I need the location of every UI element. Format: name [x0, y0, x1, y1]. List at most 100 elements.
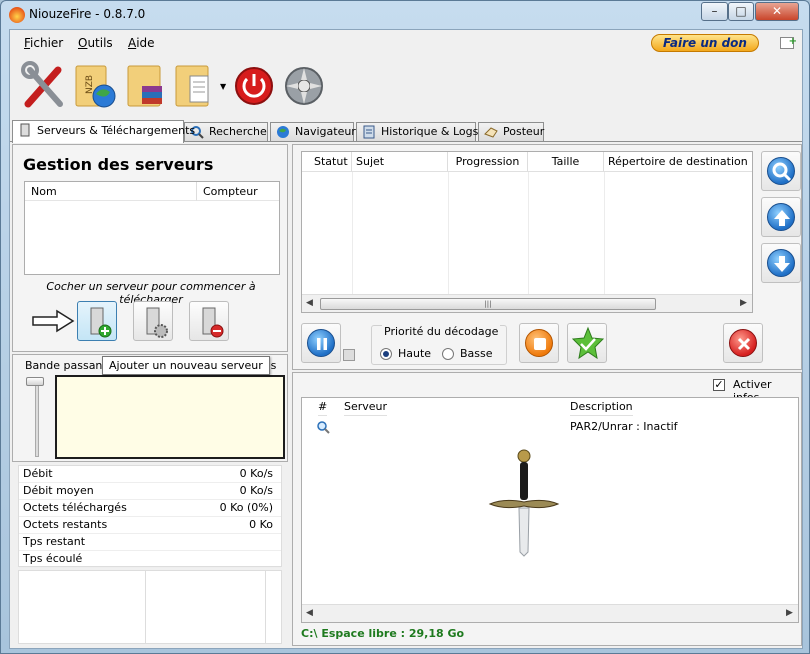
title-bar[interactable]: NiouzeFire - 0.8.7.0 – □ ✕: [1, 1, 809, 29]
downloads-list[interactable]: Statut Sujet Progression Taille Répertoi…: [301, 151, 753, 313]
column-header-statut[interactable]: Statut: [302, 152, 352, 172]
bandwidth-slider-thumb[interactable]: [26, 377, 44, 386]
stat-label: Débit moyen: [23, 484, 94, 497]
stat-row: Octets téléchargés 0 Ko (0%): [19, 500, 281, 517]
window-title: NiouzeFire - 0.8.7.0: [29, 7, 146, 21]
svg-text:NZB: NZB: [85, 75, 95, 94]
info-list[interactable]: # Serveur Description PAR2/Unrar : Inact…: [301, 397, 799, 623]
nzb-globe-button[interactable]: NZB: [72, 60, 120, 110]
search-button[interactable]: [761, 151, 801, 191]
add-server-button[interactable]: [77, 301, 117, 341]
donate-button[interactable]: Faire un don: [651, 34, 759, 52]
column-header-progression[interactable]: Progression: [448, 152, 528, 172]
column-divider: [352, 172, 353, 296]
pause-options-button[interactable]: [343, 349, 355, 361]
bottom-left-list: [18, 570, 282, 644]
server-remove-icon: [202, 307, 224, 338]
scroll-left-icon[interactable]: ◀: [306, 608, 313, 618]
menu-outils[interactable]: Outils: [78, 36, 113, 50]
tab-posteur[interactable]: Posteur: [478, 122, 544, 141]
tab-label: Posteur: [503, 125, 545, 138]
disk-space-status: C:\ Espace libre : 29,18 Go: [301, 627, 465, 640]
server-management-panel: Gestion des serveurs Nom Compteur Cocher…: [12, 144, 288, 352]
stat-label: Octets restants: [23, 518, 108, 531]
sword-image: [484, 448, 564, 558]
server-icon: [18, 123, 32, 137]
tab-label: Serveurs & Téléchargements: [37, 124, 196, 137]
close-button[interactable]: ✕: [755, 2, 799, 21]
stat-label: Débit: [23, 467, 53, 480]
radio-haute[interactable]: [380, 348, 392, 360]
stat-row: Tps restant: [19, 534, 281, 551]
column-header-compteur[interactable]: Compteur: [197, 182, 279, 201]
bandwidth-graph: [55, 375, 285, 459]
move-down-button[interactable]: [761, 243, 801, 283]
column-header-sujet[interactable]: Sujet: [352, 152, 448, 172]
horizontal-scrollbar[interactable]: ◀ ▶: [302, 604, 798, 622]
tab-recherche[interactable]: Recherche: [184, 122, 268, 141]
remove-server-button[interactable]: [189, 301, 229, 341]
disk-button[interactable]: [282, 60, 330, 110]
radio-basse[interactable]: [442, 348, 454, 360]
cd-disk-icon: [285, 67, 323, 105]
move-up-button[interactable]: [761, 197, 801, 237]
scroll-right-icon[interactable]: ▶: [786, 608, 793, 618]
stat-label: Tps restant: [23, 535, 86, 548]
stat-row: Tps écoulé: [19, 551, 281, 568]
column-header-repertoire[interactable]: Répertoire de destination: [604, 152, 752, 172]
server-gear-icon: [146, 307, 168, 338]
stop-button[interactable]: [519, 323, 559, 363]
chevron-down-icon[interactable]: ▼: [220, 82, 226, 91]
stat-label: Octets téléchargés: [23, 501, 127, 514]
validate-button[interactable]: [567, 323, 607, 363]
bandwidth-label: Bande passante: [25, 359, 114, 372]
column-header-serveur[interactable]: Serveur: [344, 398, 388, 416]
toolbar: NZB ▼: [10, 54, 802, 116]
power-button[interactable]: [232, 60, 280, 110]
menu-fichier[interactable]: Fichier: [24, 36, 63, 50]
activer-infos-checkbox[interactable]: ✓: [713, 379, 725, 391]
stat-value: 0 Ko (0%): [219, 501, 273, 514]
menu-aide[interactable]: Aide: [128, 36, 155, 50]
search-icon: [316, 420, 330, 434]
tab-navigateur[interactable]: Navigateur: [270, 122, 356, 141]
downloads-panel: Statut Sujet Progression Taille Répertoi…: [292, 144, 802, 370]
niouzefire-flame-icon: [9, 7, 25, 23]
priority-label: Priorité du décodage: [382, 325, 501, 338]
scroll-right-icon[interactable]: ▶: [740, 298, 747, 308]
menu-bar: Fichier Outils Aide Faire un don: [10, 30, 802, 54]
horizontal-scrollbar[interactable]: ◀ ||| ▶: [302, 294, 752, 312]
configure-server-button[interactable]: [133, 301, 173, 341]
radio-basse-label[interactable]: Basse: [460, 347, 493, 360]
scrollbar-thumb[interactable]: |||: [320, 298, 656, 310]
divider: [265, 571, 266, 643]
tab-serveurs-telechargements[interactable]: Serveurs & Téléchargements: [12, 120, 195, 143]
stat-value: 0 Ko/s: [239, 467, 273, 480]
maximize-button[interactable]: □: [728, 2, 754, 21]
column-header-nom[interactable]: Nom: [25, 182, 197, 201]
files-folder-button[interactable]: [172, 60, 220, 110]
column-divider: [528, 172, 529, 296]
stats-table: Débit 0 Ko/s Débit moyen 0 Ko/s Octets t…: [18, 465, 282, 568]
tools-button[interactable]: [20, 60, 68, 110]
pause-button[interactable]: [301, 323, 341, 363]
bandwidth-slider-track[interactable]: [35, 383, 39, 457]
column-divider: [448, 172, 449, 296]
radio-haute-label[interactable]: Haute: [398, 347, 431, 360]
server-list[interactable]: Nom Compteur: [24, 181, 280, 275]
globe-icon: [276, 125, 290, 139]
tab-historique-logs[interactable]: Historique & Logs: [356, 122, 479, 141]
minimize-button[interactable]: –: [701, 2, 728, 21]
arrow-right-icon: [31, 309, 75, 333]
new-window-icon[interactable]: [780, 36, 797, 49]
archive-folder-button[interactable]: [124, 60, 172, 110]
column-header-taille[interactable]: Taille: [528, 152, 604, 172]
tab-label: Historique & Logs: [381, 125, 479, 138]
column-header-num[interactable]: #: [318, 398, 328, 416]
scroll-left-icon[interactable]: ◀: [306, 298, 313, 308]
tab-label: Navigateur: [295, 125, 356, 138]
nzb-folder-globe-icon: NZB: [75, 65, 116, 108]
column-header-description[interactable]: Description: [570, 398, 633, 416]
stat-row: Débit moyen 0 Ko/s: [19, 483, 281, 500]
cancel-button[interactable]: [723, 323, 763, 363]
